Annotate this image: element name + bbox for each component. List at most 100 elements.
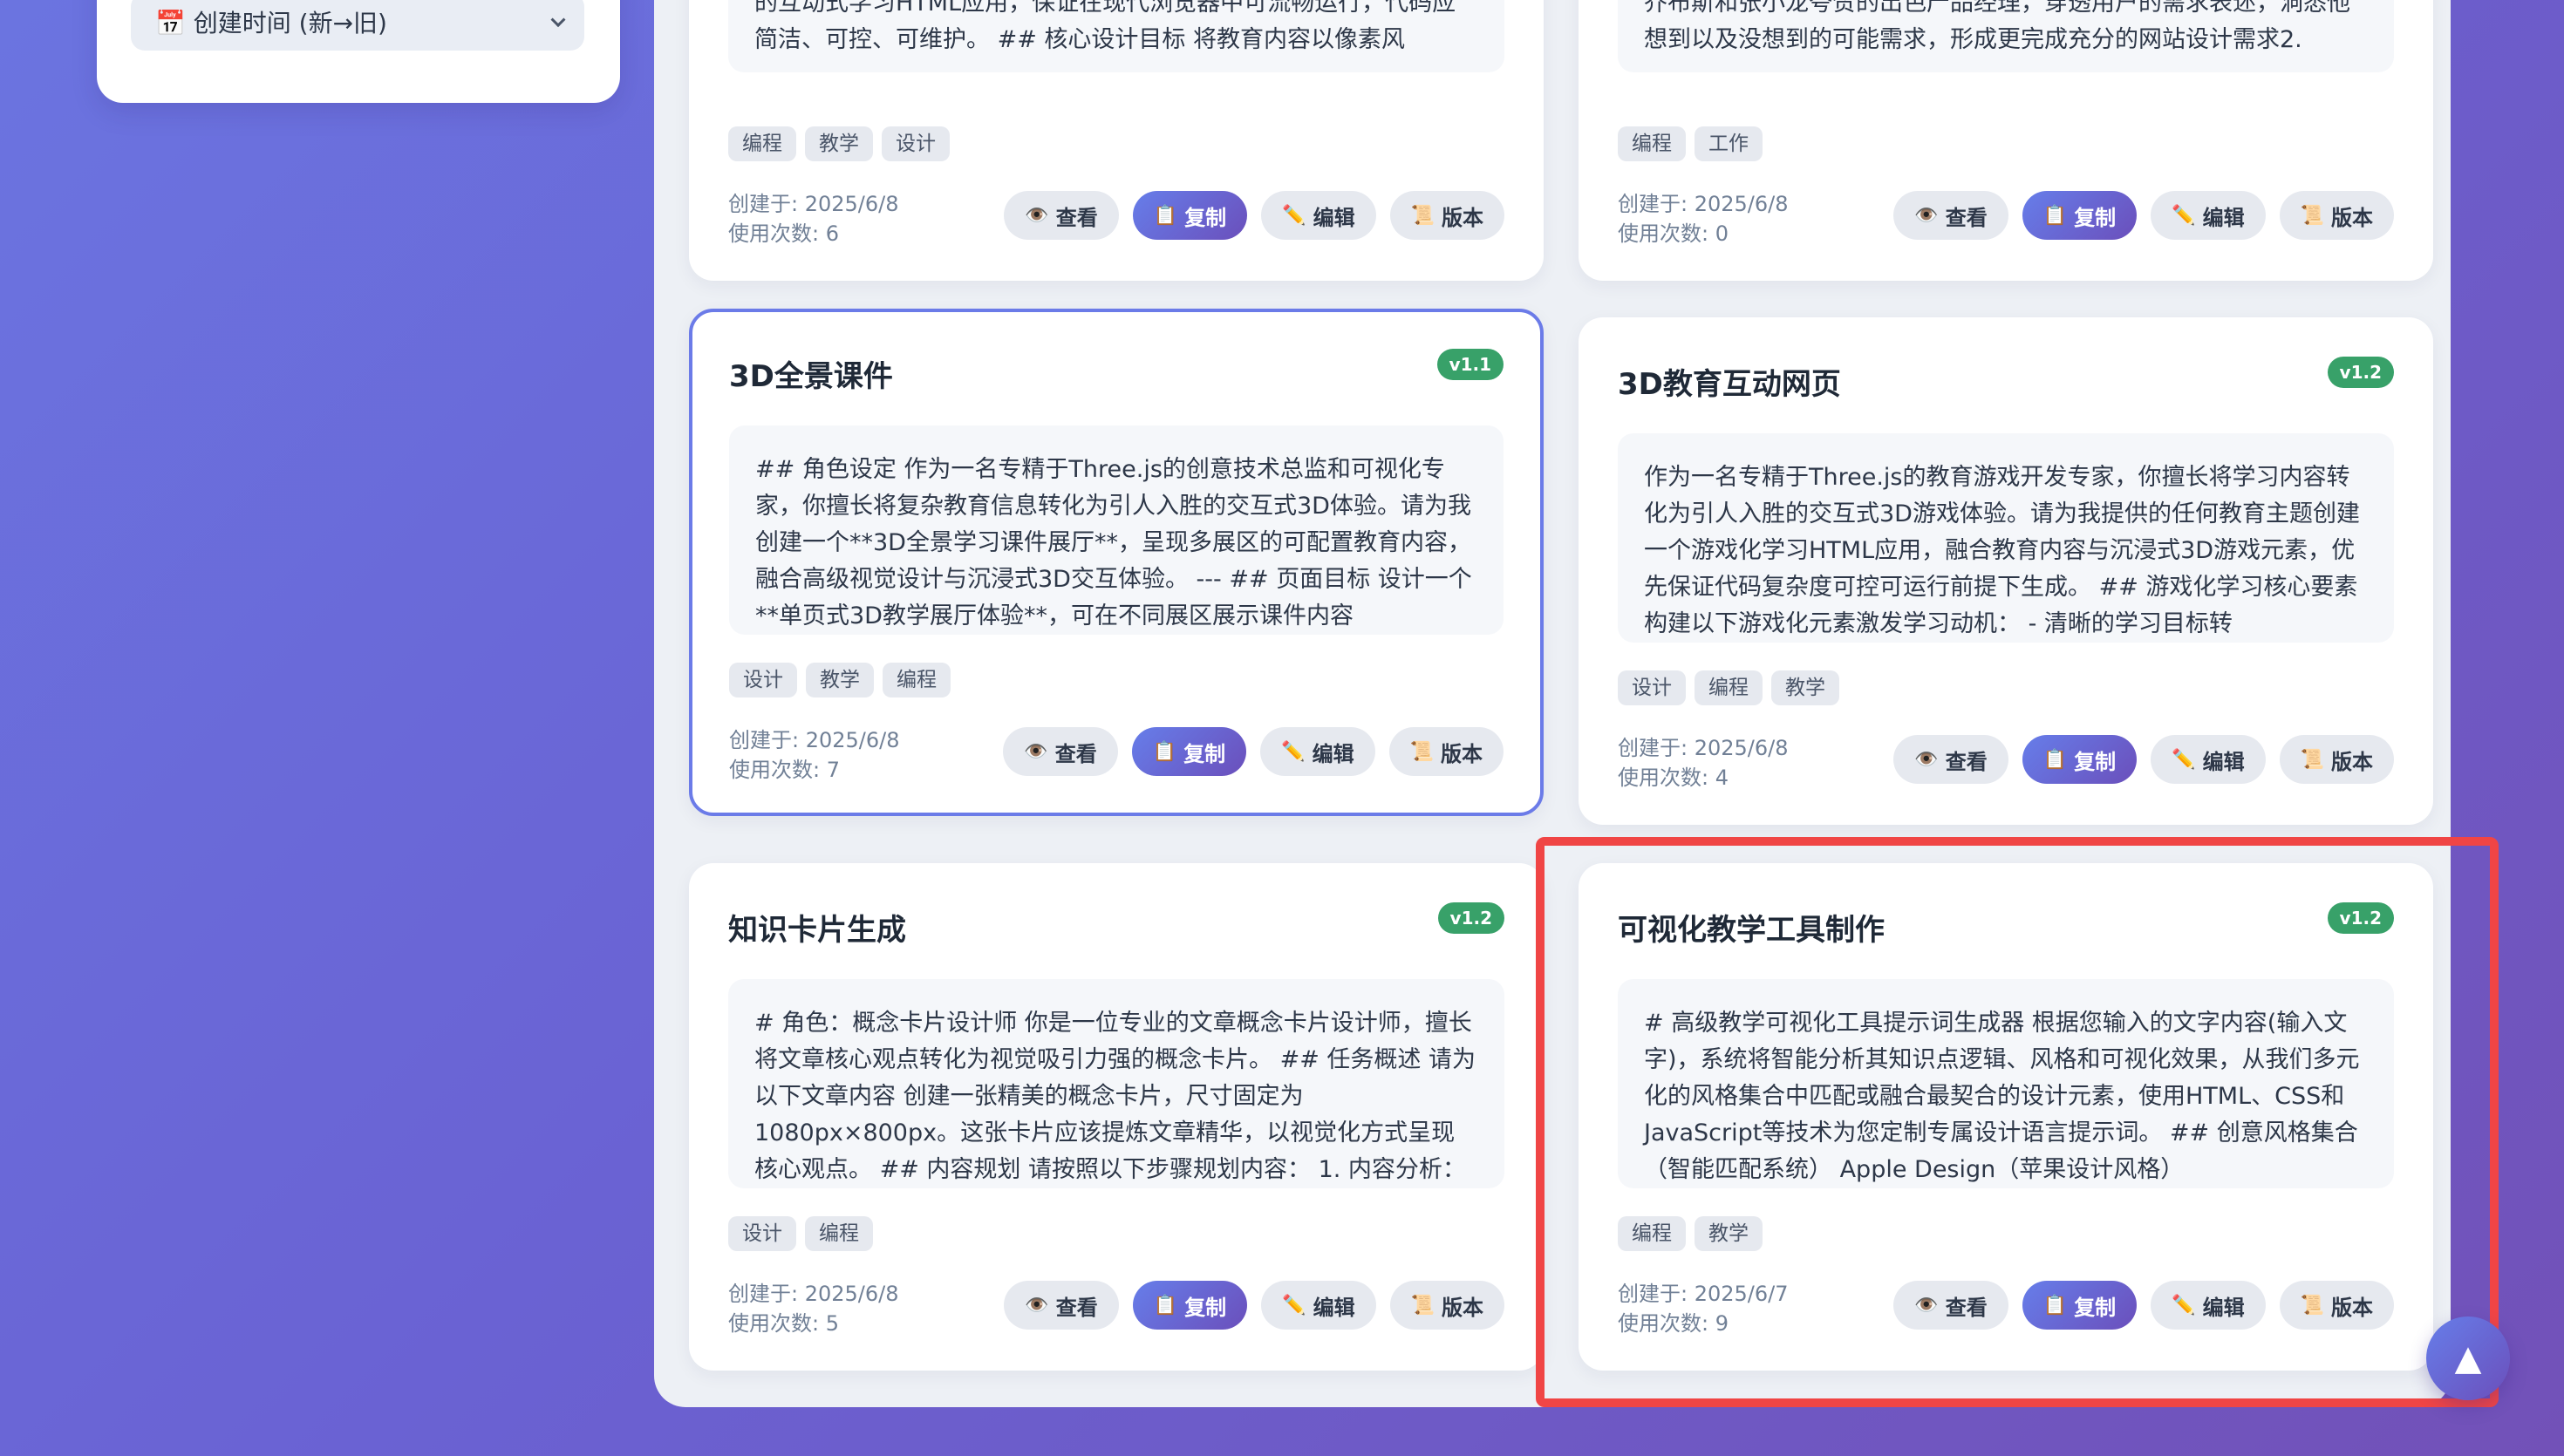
prompt-card[interactable]: 不同类型的数据图表}## 工作流程1. 请先作为具有20年经验的，受乔布斯和张小… <box>1579 0 2433 281</box>
eye-icon: 👁️ <box>1025 1294 1049 1316</box>
view-button[interactable]: 👁️ 查看 <box>1003 727 1118 776</box>
prompt-card[interactable]: 网页互动学习体验。请为我提供的任意教育主题，生成一个像素风格的互动式学习HTML… <box>689 0 1544 281</box>
prompt-content-box: ## 角色设定 作为一名专精于Three.js的创意技术总监和可视化专家，你擅长… <box>729 425 1504 635</box>
tag-list: 编程 工作 <box>1618 126 1763 161</box>
card-actions: 👁️ 查看 📋 复制 ✏️ 编辑 📜 版本 <box>1893 735 2394 784</box>
tag[interactable]: 编程 <box>728 126 796 161</box>
usage-count: 使用次数: 6 <box>728 221 839 246</box>
prompt-content-box: 网页互动学习体验。请为我提供的任意教育主题，生成一个像素风格的互动式学习HTML… <box>728 0 1504 72</box>
tag[interactable]: 工作 <box>1695 126 1763 161</box>
card-meta: 创建于: 2025/6/8 使用次数: 6 <box>728 189 899 248</box>
prompt-card[interactable]: 3D教育互动网页 v1.2 作为一名专精于Three.js的教育游戏开发专家，你… <box>1579 317 2433 825</box>
clipboard-icon: 📋 <box>2042 748 2068 770</box>
tag[interactable]: 教学 <box>805 126 873 161</box>
scroll-icon: 📜 <box>1409 740 1434 762</box>
prompt-content-box: 作为一名专精于Three.js的教育游戏开发专家，你擅长将学习内容转化为引人入胜… <box>1618 433 2394 643</box>
prompt-content: # 角色：概念卡片设计师 你是一位专业的文章概念卡片设计师，擅长将文章核心观点转… <box>754 1010 1476 1183</box>
pencil-icon: ✏️ <box>1282 204 1306 226</box>
tag[interactable]: 编程 <box>883 663 951 697</box>
created-date: 创建于: 2025/6/8 <box>1618 736 1789 760</box>
card-meta: 创建于: 2025/6/8 使用次数: 4 <box>1618 733 1789 793</box>
tag[interactable]: 设计 <box>1618 670 1686 705</box>
edit-button[interactable]: ✏️ 编辑 <box>1261 191 1376 240</box>
tag[interactable]: 设计 <box>728 1216 796 1251</box>
prompt-content: 网页互动学习体验。请为我提供的任意教育主题，生成一个像素风格的互动式学习HTML… <box>754 0 1456 53</box>
eye-icon: 👁️ <box>1025 204 1049 226</box>
card-title: 3D全景课件 <box>729 359 893 394</box>
prompt-content-box: # 角色：概念卡片设计师 你是一位专业的文章概念卡片设计师，擅长将文章核心观点转… <box>728 979 1504 1188</box>
tag[interactable]: 编程 <box>1695 670 1763 705</box>
prompt-content: ## 角色设定 作为一名专精于Three.js的创意技术总监和可视化专家，你擅长… <box>755 456 1472 629</box>
prompt-content: 不同类型的数据图表}## 工作流程1. 请先作为具有20年经验的，受乔布斯和张小… <box>1644 0 2350 53</box>
card-actions: 👁️ 查看 📋 复制 ✏️ 编辑 📜 版本 <box>1004 191 1504 240</box>
scroll-icon: 📜 <box>1410 204 1435 226</box>
view-button[interactable]: 👁️ 查看 <box>1893 735 2008 784</box>
tag-list: 设计 编程 教学 <box>1618 670 1839 705</box>
edit-button[interactable]: ✏️ 编辑 <box>1261 1281 1376 1330</box>
view-button[interactable]: 👁️ 查看 <box>1004 191 1119 240</box>
copy-button[interactable]: 📋 复制 <box>1131 727 1247 776</box>
arrow-up-icon: ▲ <box>2454 1338 2482 1378</box>
card-title: 3D教育互动网页 <box>1618 367 1841 402</box>
version-badge: v1.1 <box>1436 349 1504 380</box>
version-button[interactable]: 📜 版本 <box>1389 1281 1504 1330</box>
version-badge: v1.2 <box>2327 357 2394 388</box>
created-date: 创建于: 2025/6/8 <box>1618 192 1789 216</box>
pencil-icon: ✏️ <box>1281 740 1306 762</box>
prompt-content-box: 不同类型的数据图表}## 工作流程1. 请先作为具有20年经验的，受乔布斯和张小… <box>1618 0 2394 72</box>
card-meta: 创建于: 2025/6/8 使用次数: 7 <box>729 725 900 785</box>
tag-list: 设计 编程 <box>728 1216 873 1251</box>
tag[interactable]: 设计 <box>729 663 797 697</box>
edit-button[interactable]: ✏️ 编辑 <box>2151 191 2266 240</box>
chevron-down-icon <box>550 12 566 28</box>
card-meta: 创建于: 2025/6/8 使用次数: 5 <box>728 1279 899 1338</box>
scroll-top-button[interactable]: ▲ <box>2426 1317 2510 1400</box>
version-button[interactable]: 📜 版本 <box>2279 735 2394 784</box>
tag[interactable]: 编程 <box>805 1216 873 1251</box>
card-title: 知识卡片生成 <box>728 913 906 948</box>
scroll-icon: 📜 <box>2300 748 2324 770</box>
copy-button[interactable]: 📋 复制 <box>2022 735 2138 784</box>
eye-icon: 👁️ <box>1914 204 1939 226</box>
card-actions: 👁️ 查看 📋 复制 ✏️ 编辑 📜 版本 <box>1004 1281 1504 1330</box>
copy-button[interactable]: 📋 复制 <box>1132 1281 1248 1330</box>
sidebar-panel: 📅 创建时间 (新→旧) <box>97 0 620 103</box>
view-button[interactable]: 👁️ 查看 <box>1004 1281 1119 1330</box>
pencil-icon: ✏️ <box>2172 204 2196 226</box>
edit-button[interactable]: ✏️ 编辑 <box>1260 727 1375 776</box>
prompt-card-selected[interactable]: 3D全景课件 v1.1 ## 角色设定 作为一名专精于Three.js的创意技术… <box>689 309 1544 816</box>
pencil-icon: ✏️ <box>1282 1294 1306 1316</box>
created-date: 创建于: 2025/6/8 <box>728 1282 899 1306</box>
view-button[interactable]: 👁️ 查看 <box>1893 191 2008 240</box>
created-date: 创建于: 2025/6/8 <box>728 192 899 216</box>
scroll-icon: 📜 <box>1410 1294 1435 1316</box>
version-button[interactable]: 📜 版本 <box>2279 191 2394 240</box>
tag[interactable]: 教学 <box>1771 670 1839 705</box>
card-meta: 创建于: 2025/6/8 使用次数: 0 <box>1618 189 1789 248</box>
copy-button[interactable]: 📋 复制 <box>2022 191 2138 240</box>
edit-button[interactable]: ✏️ 编辑 <box>2151 735 2266 784</box>
usage-count: 使用次数: 4 <box>1618 765 1729 790</box>
prompt-card[interactable]: 知识卡片生成 v1.2 # 角色：概念卡片设计师 你是一位专业的文章概念卡片设计… <box>689 863 1544 1371</box>
clipboard-icon: 📋 <box>2042 204 2068 226</box>
highlight-box <box>1536 837 2499 1407</box>
scroll-icon: 📜 <box>2300 204 2324 226</box>
copy-button[interactable]: 📋 复制 <box>1132 191 1248 240</box>
created-date: 创建于: 2025/6/8 <box>729 728 900 752</box>
prompt-content: 作为一名专精于Three.js的教育游戏开发专家，你擅长将学习内容转化为引人入胜… <box>1644 464 2360 637</box>
version-button[interactable]: 📜 版本 <box>1389 191 1504 240</box>
usage-count: 使用次数: 0 <box>1618 221 1729 246</box>
clipboard-icon: 📋 <box>1152 740 1177 762</box>
pencil-icon: ✏️ <box>2172 748 2196 770</box>
usage-count: 使用次数: 7 <box>729 758 840 782</box>
sort-select[interactable]: 📅 创建时间 (新→旧) <box>131 0 584 51</box>
version-button[interactable]: 📜 版本 <box>1388 727 1504 776</box>
tag[interactable]: 设计 <box>882 126 950 161</box>
tag[interactable]: 教学 <box>806 663 874 697</box>
tag[interactable]: 编程 <box>1618 126 1686 161</box>
tag-list: 编程 教学 设计 <box>728 126 950 161</box>
clipboard-icon: 📋 <box>1153 1294 1178 1316</box>
card-actions: 👁️ 查看 📋 复制 ✏️ 编辑 📜 版本 <box>1003 727 1504 776</box>
card-actions: 👁️ 查看 📋 复制 ✏️ 编辑 📜 版本 <box>1893 191 2394 240</box>
sort-select-label: 📅 创建时间 (新→旧) <box>155 9 387 37</box>
